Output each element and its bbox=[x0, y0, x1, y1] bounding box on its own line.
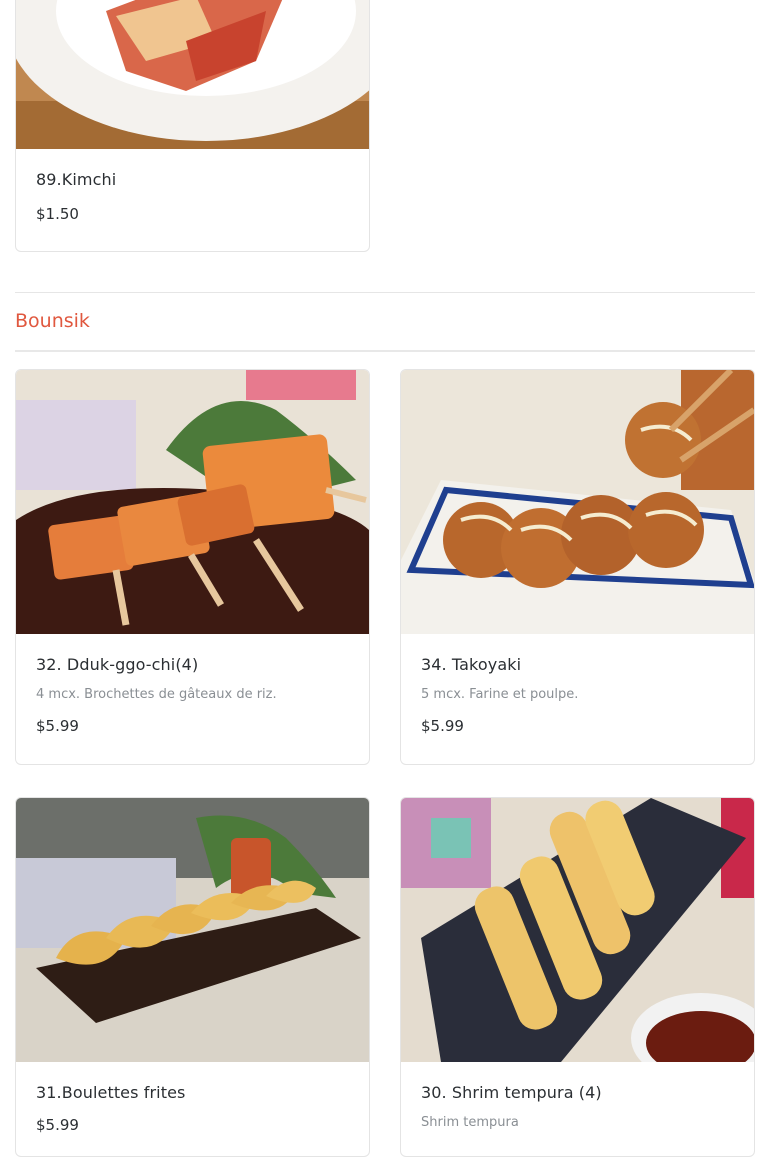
item-price: $5.99 bbox=[421, 717, 464, 735]
section-title: Bounsik bbox=[15, 310, 90, 332]
item-description: 4 mcx. Brochettes de gâteaux de riz. bbox=[36, 687, 277, 702]
item-description: Shrim tempura bbox=[421, 1115, 519, 1130]
menu-item-card-dduk-ggo-chi[interactable]: 32. Dduk-ggo-chi(4) 4 mcx. Brochettes de… bbox=[15, 369, 370, 765]
fried-dumplings-photo bbox=[16, 798, 369, 1062]
item-name: 34. Takoyaki bbox=[421, 655, 522, 674]
item-price: $1.50 bbox=[36, 205, 79, 223]
item-description: 5 mcx. Farine et poulpe. bbox=[421, 687, 579, 702]
shrimp-tempura-photo bbox=[401, 798, 754, 1062]
section-divider bbox=[15, 292, 755, 293]
menu-item-card-takoyaki[interactable]: 34. Takoyaki 5 mcx. Farine et poulpe. $5… bbox=[400, 369, 755, 765]
menu-item-card-boulettes-frites[interactable]: 31.Boulettes frites $5.99 bbox=[15, 797, 370, 1157]
item-name: 89.Kimchi bbox=[36, 170, 117, 189]
item-name: 31.Boulettes frites bbox=[36, 1083, 186, 1102]
section-title-underline bbox=[15, 350, 755, 352]
menu-item-card-shrim-tempura[interactable]: 30. Shrim tempura (4) Shrim tempura bbox=[400, 797, 755, 1157]
kimchi-dish-photo bbox=[16, 0, 369, 149]
item-name: 30. Shrim tempura (4) bbox=[421, 1083, 602, 1102]
takoyaki-photo bbox=[401, 370, 754, 634]
rice-cake-skewers-photo bbox=[16, 370, 369, 634]
item-price: $5.99 bbox=[36, 717, 79, 735]
item-name: 32. Dduk-ggo-chi(4) bbox=[36, 655, 199, 674]
item-price: $5.99 bbox=[36, 1116, 79, 1134]
menu-item-card-kimchi[interactable]: 89.Kimchi $1.50 bbox=[15, 0, 370, 252]
